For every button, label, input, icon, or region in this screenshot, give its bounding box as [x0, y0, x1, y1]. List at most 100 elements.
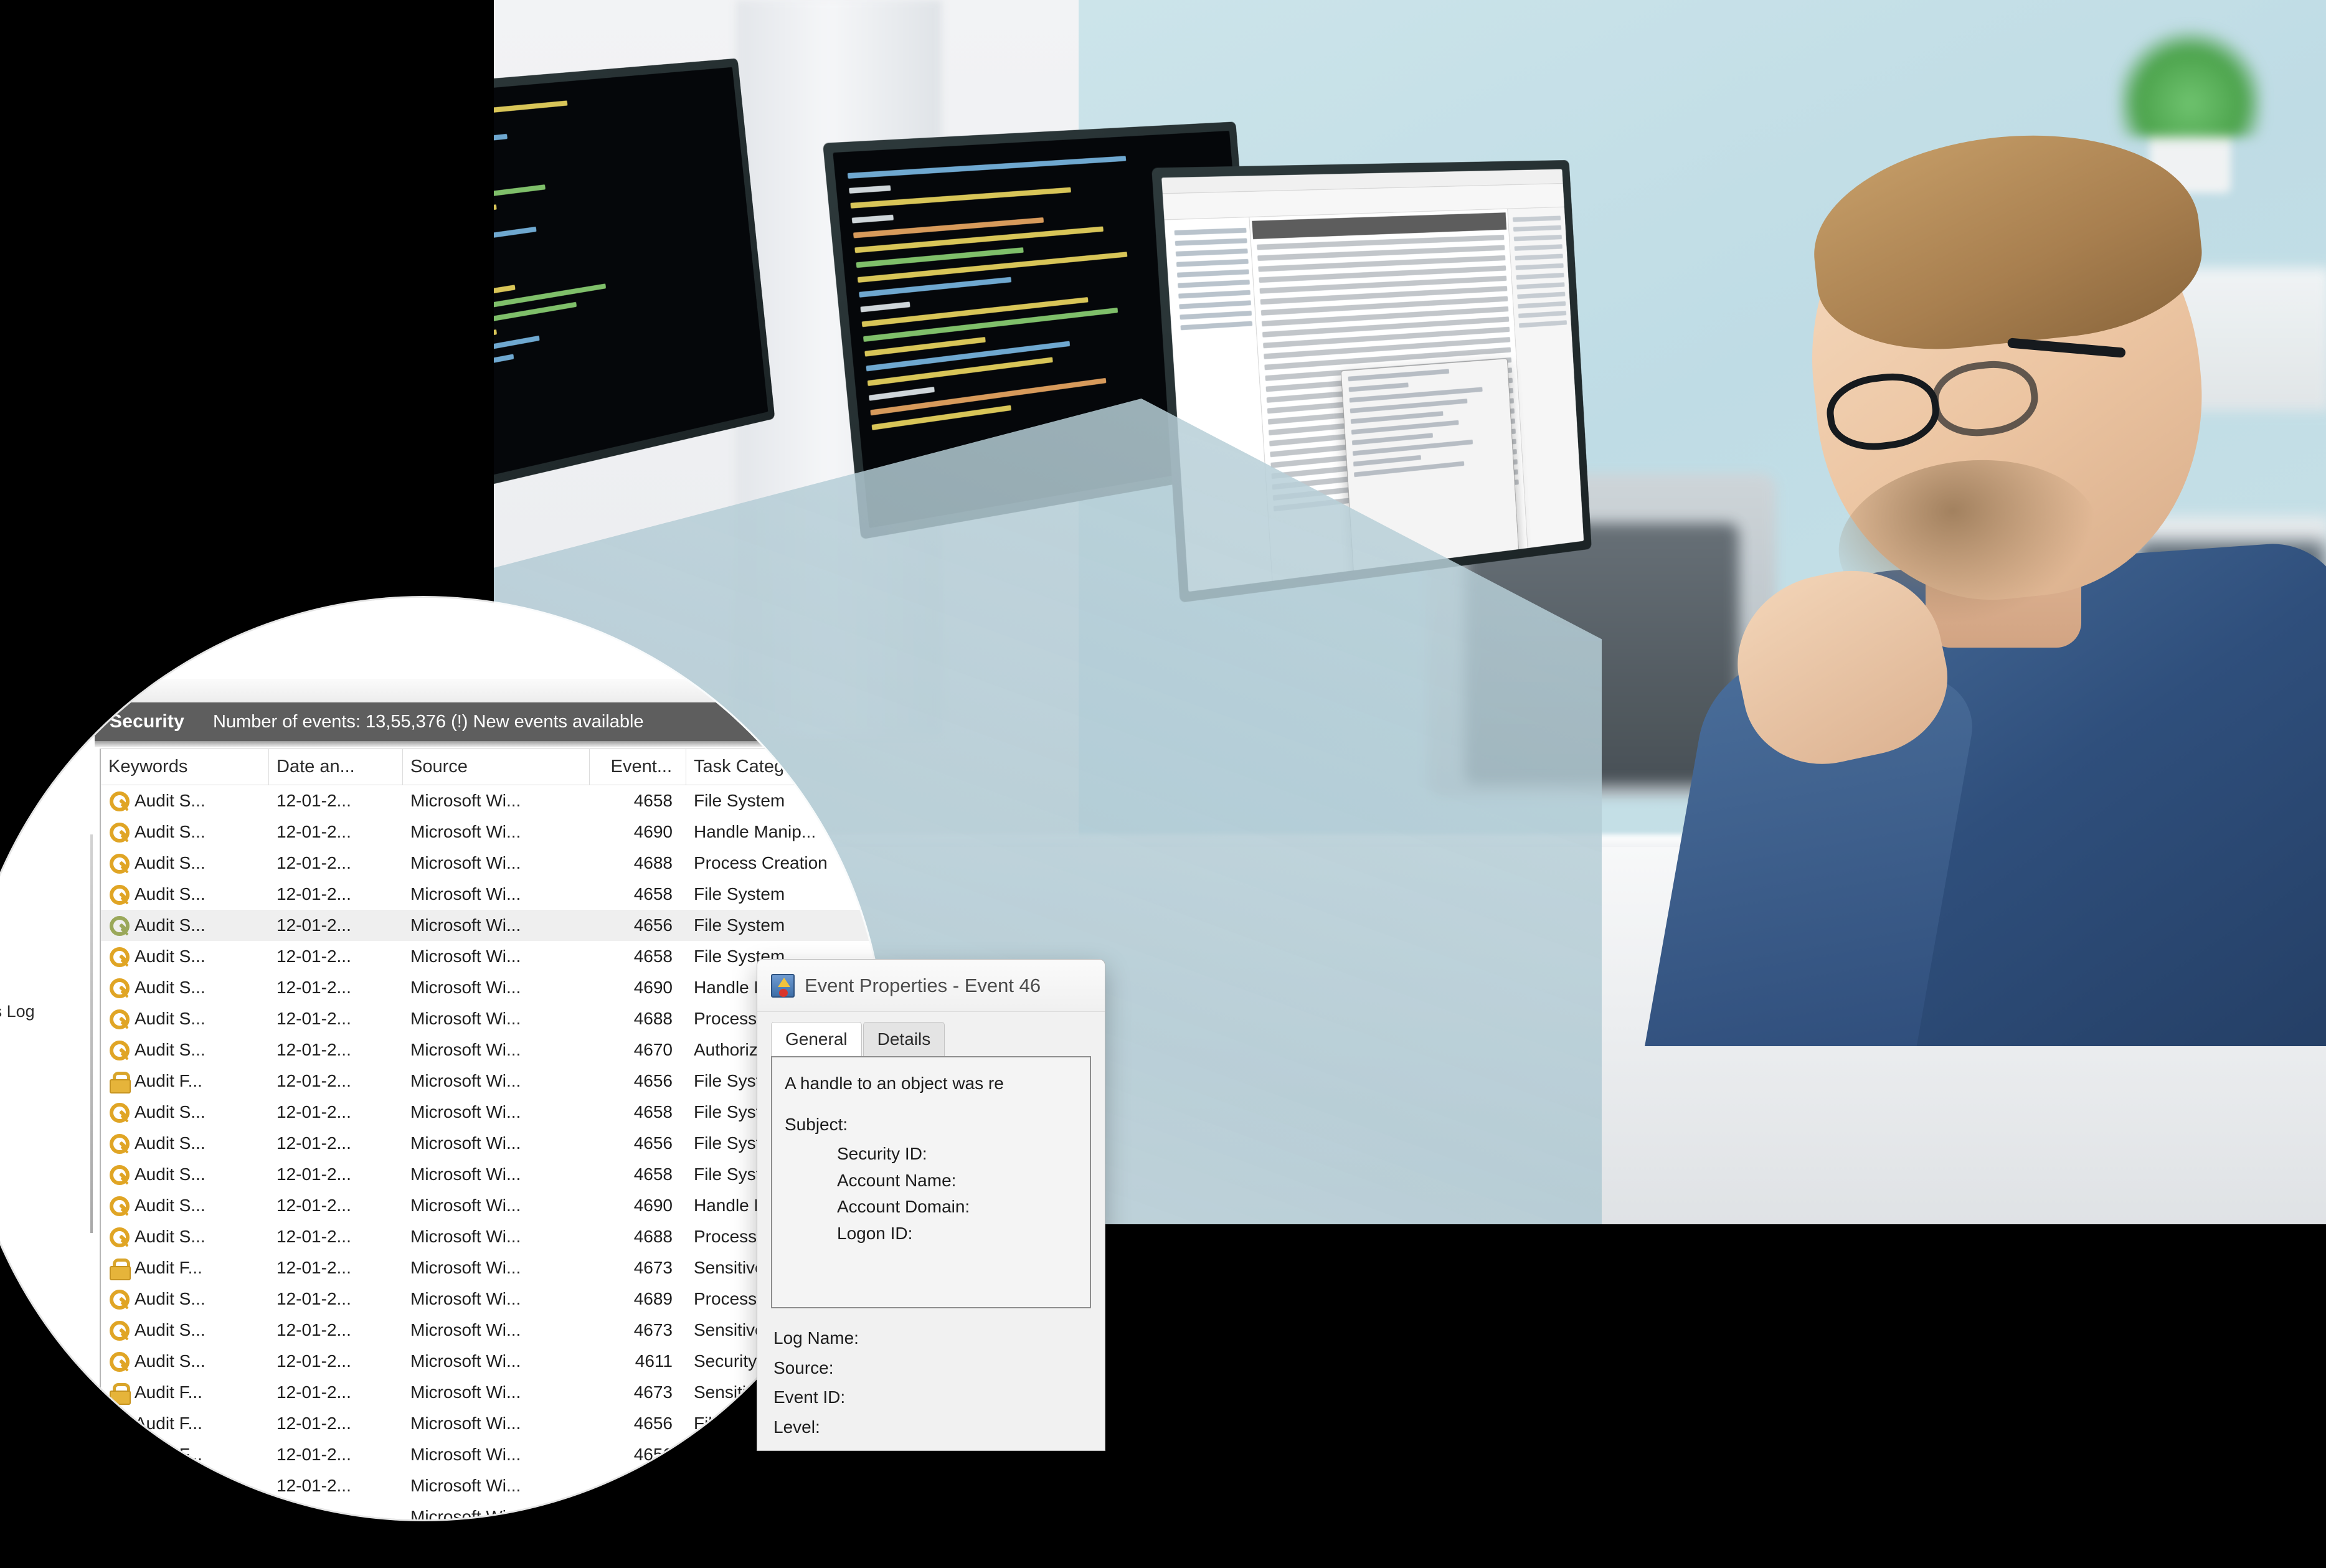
cell-task-category: File System: [694, 915, 785, 935]
tree-item-forwarded-events[interactable]: rded Events: [0, 971, 93, 998]
event-description-lead: A handle to an object was re: [785, 1074, 1077, 1093]
console-tree-fragment: rded Events ions and Services Log ptions: [0, 971, 93, 1052]
cell-date: 12-01-2...: [277, 1414, 351, 1433]
metadata-field: Level:: [773, 1412, 1105, 1442]
metadata-key: Event ID:: [773, 1382, 904, 1412]
cell-event-id: 4658: [634, 791, 673, 811]
log-header-bar: Security Number of events: 13,55,376 (!)…: [95, 702, 884, 741]
tree-item-applications-and-services-logs[interactable]: ions and Services Log: [0, 998, 93, 1025]
header-shadow: [95, 741, 884, 747]
cell-event-id: 4658: [634, 1102, 673, 1122]
tab-details[interactable]: Details: [863, 1022, 945, 1056]
log-header-bar: [1252, 212, 1506, 239]
cell-source: Microsoft Wi...: [410, 1040, 521, 1060]
field-account-domain: Account Domain:: [837, 1194, 1077, 1221]
cell-event-id: 4673: [634, 1258, 673, 1278]
cell-date: 12-01-2...: [277, 1102, 351, 1122]
cell-keywords: Audit S...: [135, 853, 206, 873]
cell-source: Microsoft Wi...: [410, 1071, 521, 1091]
column-header-event-id[interactable]: Event...: [590, 749, 686, 785]
cell-keywords: Audit S...: [135, 1133, 206, 1153]
cell-source: Microsoft Wi...: [410, 884, 521, 904]
cell-event-id: 4658: [634, 947, 673, 966]
cell-date: 12-01-2...: [277, 1227, 351, 1247]
dialog-titlebar: Event Properties - Event 46: [757, 960, 1105, 1012]
cell-keywords: Audit F...: [135, 1382, 202, 1402]
cell-date: 12-01-2...: [277, 1258, 351, 1278]
lock-icon: [108, 1257, 130, 1278]
key-icon: [108, 1351, 130, 1372]
tree-item-subscriptions[interactable]: ptions: [0, 1025, 93, 1052]
pane-splitter[interactable]: [90, 834, 93, 1233]
cell-keywords: Audit S...: [135, 1227, 206, 1247]
key-icon: [108, 1195, 130, 1216]
cell-keywords: Audit S...: [135, 1507, 206, 1519]
magnifier-circle: rded Events ions and Services Log ptions…: [0, 598, 884, 1519]
cell-keywords: Audit F...: [135, 1071, 202, 1091]
cell-date: 12-01-2...: [277, 1164, 351, 1184]
cell-task-category: Process Creation: [694, 853, 828, 873]
lock-icon: [108, 1413, 130, 1434]
cell-event-id: 4656: [634, 1133, 673, 1153]
pane-top-strip: [95, 679, 884, 702]
cell-keywords: Audit S...: [135, 1196, 206, 1216]
table-row[interactable]: Audit S... 12-01-2... Microsoft Wi... 4673 S…: [101, 1501, 884, 1519]
table-row[interactable]: Audit S... 12-01-2... Microsoft Wi... 4656 F…: [101, 910, 884, 941]
key-icon: [108, 1320, 130, 1341]
cell-task-category: Handle Manip...: [694, 822, 816, 842]
table-header-row: Keywords Date an... Source Event... Task…: [101, 749, 884, 785]
cell-keywords: Audit F...: [135, 1445, 202, 1465]
event-properties-dialog[interactable]: Event Properties - Event 46 General Deta…: [757, 959, 1105, 1451]
cell-event-id: 4690: [634, 978, 673, 998]
cell-task-category: File System: [694, 884, 785, 904]
cell-keywords: Audit S...: [135, 791, 206, 811]
cell-source: Microsoft Wi...: [410, 978, 521, 998]
cell-date: 12-01-2...: [277, 915, 351, 935]
column-header-task-category[interactable]: Task Category: [686, 749, 884, 785]
table-row[interactable]: Audit S... 12-01-2... Microsoft Wi... 4658 F…: [101, 785, 884, 816]
cell-keywords: Audit S...: [135, 822, 206, 842]
cell-source: Microsoft Wi...: [410, 1320, 521, 1340]
key-icon: [108, 1102, 130, 1123]
metadata-field: Source:: [773, 1353, 1105, 1383]
cell-event-id: 4656: [634, 1445, 673, 1465]
cell-date: 12-01-2...: [277, 1133, 351, 1153]
cell-event-id: 4656: [634, 915, 673, 935]
key-icon: [108, 1039, 130, 1060]
column-header-date[interactable]: Date an...: [269, 749, 403, 785]
lock-icon: [108, 1444, 130, 1465]
tab-general[interactable]: General: [771, 1022, 862, 1056]
metadata-key: Source:: [773, 1353, 904, 1383]
table-row[interactable]: Audit S... 12-01-2... Microsoft Wi... 4690 H…: [101, 816, 884, 848]
cell-source: Microsoft Wi...: [410, 822, 521, 842]
cell-task-category: File System: [694, 791, 785, 811]
event-metadata-fields: Log Name:Source:Event ID:Level:User:OpCo…: [757, 1308, 1105, 1451]
cell-event-id: 4611: [635, 1351, 673, 1371]
cell-date: 12-01-2...: [277, 1071, 351, 1091]
column-header-source[interactable]: Source: [403, 749, 590, 785]
cell-keywords: Audit S...: [135, 1102, 206, 1122]
cell-date: 12-01-2...: [277, 1476, 351, 1496]
table-row[interactable]: Audit F... 12-01-2... Microsoft Wi... 4656 F…: [101, 1470, 884, 1501]
cell-date: 12-01-2...: [277, 947, 351, 966]
cell-event-id: 4689: [634, 1289, 673, 1309]
key-icon: [108, 977, 130, 998]
metadata-field: Event ID:: [773, 1382, 1105, 1412]
event-warning-icon: [771, 974, 795, 998]
cell-keywords: Audit S...: [135, 978, 206, 998]
cell-event-id: 4673: [634, 1382, 673, 1402]
table-row[interactable]: Audit S... 12-01-2... Microsoft Wi... 4688 P…: [101, 848, 884, 879]
cell-source: Microsoft Wi...: [410, 1445, 521, 1465]
table-row[interactable]: Audit S... 12-01-2... Microsoft Wi... 4658 F…: [101, 879, 884, 910]
cell-source: Microsoft Wi...: [410, 1258, 521, 1278]
cell-date: 12-01-2...: [277, 1289, 351, 1309]
key-icon: [108, 1133, 130, 1154]
cell-date: 12-01-2...: [277, 1320, 351, 1340]
cell-source: Microsoft Wi...: [410, 947, 521, 966]
events-status-label: Number of events: 13,55,376 (!) New even…: [213, 712, 644, 732]
cell-event-id: 4658: [634, 1164, 673, 1184]
cell-event-id: 4670: [634, 1040, 673, 1060]
column-header-keywords[interactable]: Keywords: [101, 749, 269, 785]
field-security-id: Security ID:: [837, 1141, 1077, 1168]
cell-source: Microsoft Wi...: [410, 1133, 521, 1153]
